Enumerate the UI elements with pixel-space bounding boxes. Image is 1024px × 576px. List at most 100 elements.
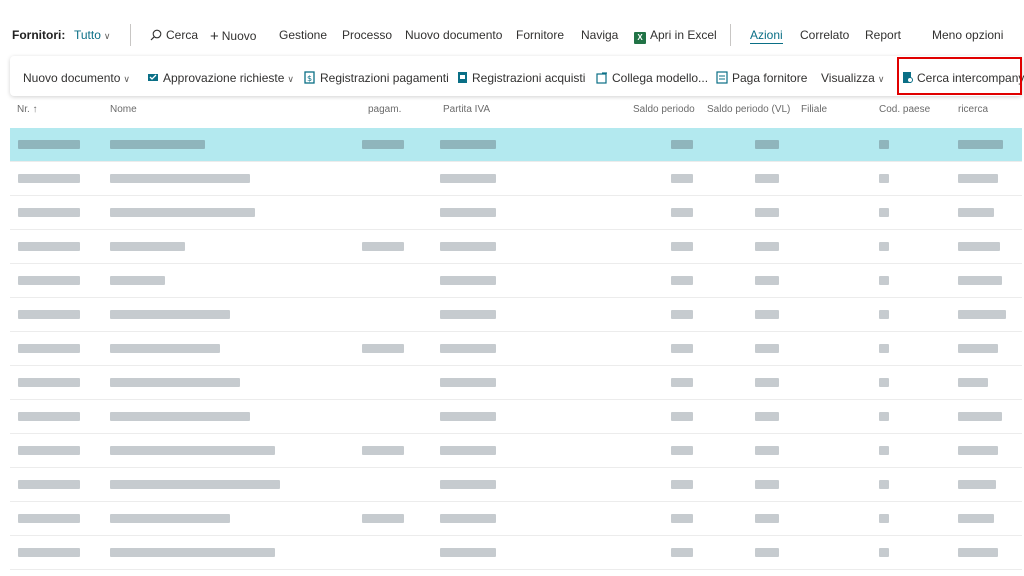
table-row[interactable] bbox=[10, 400, 1022, 434]
link-template-button[interactable]: Collega modello... bbox=[596, 71, 708, 85]
redacted-cell bbox=[110, 548, 275, 557]
redacted-cell bbox=[440, 140, 496, 149]
plus-icon: + bbox=[210, 28, 219, 45]
table-row[interactable] bbox=[10, 434, 1022, 468]
redacted-cell bbox=[110, 276, 165, 285]
page-title: Fornitori: bbox=[12, 28, 66, 42]
redacted-cell bbox=[18, 378, 80, 387]
redacted-cell bbox=[362, 140, 404, 149]
redacted-cell bbox=[958, 242, 1000, 251]
table-row[interactable] bbox=[10, 298, 1022, 332]
view-dropdown[interactable]: Visualizza ∨ bbox=[821, 71, 884, 85]
column-header-search[interactable]: ricerca bbox=[958, 104, 988, 115]
filter-label: Tutto bbox=[74, 28, 101, 42]
redacted-cell bbox=[671, 140, 693, 149]
table-row[interactable] bbox=[10, 162, 1022, 196]
redacted-cell bbox=[110, 310, 230, 319]
table-row[interactable] bbox=[10, 196, 1022, 230]
link-template-icon bbox=[596, 72, 607, 84]
payment-entries-button[interactable]: $ Registrazioni pagamenti bbox=[304, 71, 449, 85]
column-header-payment[interactable]: pagam. bbox=[368, 104, 401, 115]
view-label: Visualizza bbox=[821, 71, 875, 85]
column-header-balance[interactable]: Saldo periodo bbox=[633, 104, 695, 115]
redacted-cell bbox=[958, 412, 1002, 421]
redacted-cell bbox=[18, 514, 80, 523]
redacted-cell bbox=[755, 514, 779, 523]
redacted-cell bbox=[958, 208, 994, 217]
table-row[interactable] bbox=[10, 366, 1022, 400]
redacted-cell bbox=[110, 446, 275, 455]
search-label: Cerca bbox=[166, 28, 199, 42]
table-row[interactable] bbox=[10, 128, 1022, 162]
table-row[interactable] bbox=[10, 332, 1022, 366]
table-row[interactable] bbox=[10, 536, 1022, 570]
redacted-cell bbox=[671, 446, 693, 455]
redacted-cell bbox=[879, 174, 889, 183]
redacted-cell bbox=[671, 174, 693, 183]
column-header-country[interactable]: Cod. paese bbox=[879, 104, 930, 115]
new-label: Nuovo bbox=[221, 29, 257, 43]
new-document-dropdown[interactable]: Nuovo documento ∨ bbox=[23, 71, 130, 85]
tab-report[interactable]: Report bbox=[865, 28, 901, 42]
svg-text:$: $ bbox=[307, 74, 312, 83]
redacted-cell bbox=[440, 174, 496, 183]
fewer-options-button[interactable]: Meno opzioni bbox=[932, 28, 1003, 42]
open-in-excel-button[interactable]: X Apri in Excel bbox=[634, 28, 717, 44]
redacted-cell bbox=[879, 208, 889, 217]
redacted-cell bbox=[958, 310, 1006, 319]
table-row[interactable] bbox=[10, 502, 1022, 536]
column-header-number[interactable]: Nr. ↑ bbox=[17, 104, 38, 115]
filter-dropdown[interactable]: Tutto ∨ bbox=[74, 28, 111, 42]
redacted-cell bbox=[755, 276, 779, 285]
column-header-name[interactable]: Nome bbox=[110, 104, 137, 115]
purchase-entries-icon bbox=[458, 72, 467, 83]
actions-ribbon: Nuovo documento ∨ Approvazione richieste ∨… bbox=[10, 56, 1024, 96]
redacted-cell bbox=[879, 310, 889, 319]
redacted-cell bbox=[879, 344, 889, 353]
redacted-cell bbox=[110, 412, 250, 421]
redacted-cell bbox=[755, 208, 779, 217]
redacted-cell bbox=[362, 514, 404, 523]
table-row[interactable] bbox=[10, 264, 1022, 298]
menu-gestione[interactable]: Gestione bbox=[279, 28, 327, 42]
redacted-cell bbox=[18, 446, 80, 455]
redacted-cell bbox=[440, 378, 496, 387]
redacted-cell bbox=[755, 548, 779, 557]
redacted-cell bbox=[18, 208, 80, 217]
redacted-cell bbox=[879, 480, 889, 489]
search-button[interactable]: Cerca bbox=[150, 28, 198, 42]
menu-fornitore[interactable]: Fornitore bbox=[516, 28, 564, 42]
column-header-branch[interactable]: Filiale bbox=[801, 104, 827, 115]
divider bbox=[730, 24, 731, 46]
pay-vendor-button[interactable]: Paga fornitore bbox=[716, 71, 807, 85]
redacted-cell bbox=[671, 344, 693, 353]
redacted-cell bbox=[879, 378, 889, 387]
redacted-cell bbox=[440, 480, 496, 489]
redacted-cell bbox=[18, 310, 80, 319]
menu-processo[interactable]: Processo bbox=[342, 28, 392, 42]
redacted-cell bbox=[755, 344, 779, 353]
redacted-cell bbox=[879, 412, 889, 421]
redacted-cell bbox=[879, 242, 889, 251]
redacted-cell bbox=[671, 276, 693, 285]
redacted-cell bbox=[18, 344, 80, 353]
table-row[interactable] bbox=[10, 468, 1022, 502]
purchase-entries-button[interactable]: Registrazioni acquisti bbox=[457, 71, 585, 85]
redacted-cell bbox=[755, 242, 779, 251]
menu-nuovo-documento[interactable]: Nuovo documento bbox=[405, 28, 502, 42]
tab-correlato[interactable]: Correlato bbox=[800, 28, 849, 42]
menu-naviga[interactable]: Naviga bbox=[581, 28, 618, 42]
new-button[interactable]: + Nuovo bbox=[210, 28, 256, 45]
approval-requests-dropdown[interactable]: Approvazione richieste ∨ bbox=[147, 71, 294, 85]
intercompany-search-button[interactable]: Cerca intercompany bbox=[902, 71, 1024, 85]
redacted-cell bbox=[958, 344, 998, 353]
payment-entries-icon: $ bbox=[304, 71, 315, 84]
redacted-cell bbox=[110, 514, 230, 523]
redacted-cell bbox=[958, 446, 998, 455]
column-header-vat[interactable]: Partita IVA bbox=[443, 104, 490, 115]
column-header-balance-lcy[interactable]: Saldo periodo (VL) bbox=[707, 104, 790, 115]
redacted-cell bbox=[671, 378, 693, 387]
table-row[interactable] bbox=[10, 230, 1022, 264]
redacted-cell bbox=[755, 378, 779, 387]
tab-azioni[interactable]: Azioni bbox=[750, 28, 783, 44]
